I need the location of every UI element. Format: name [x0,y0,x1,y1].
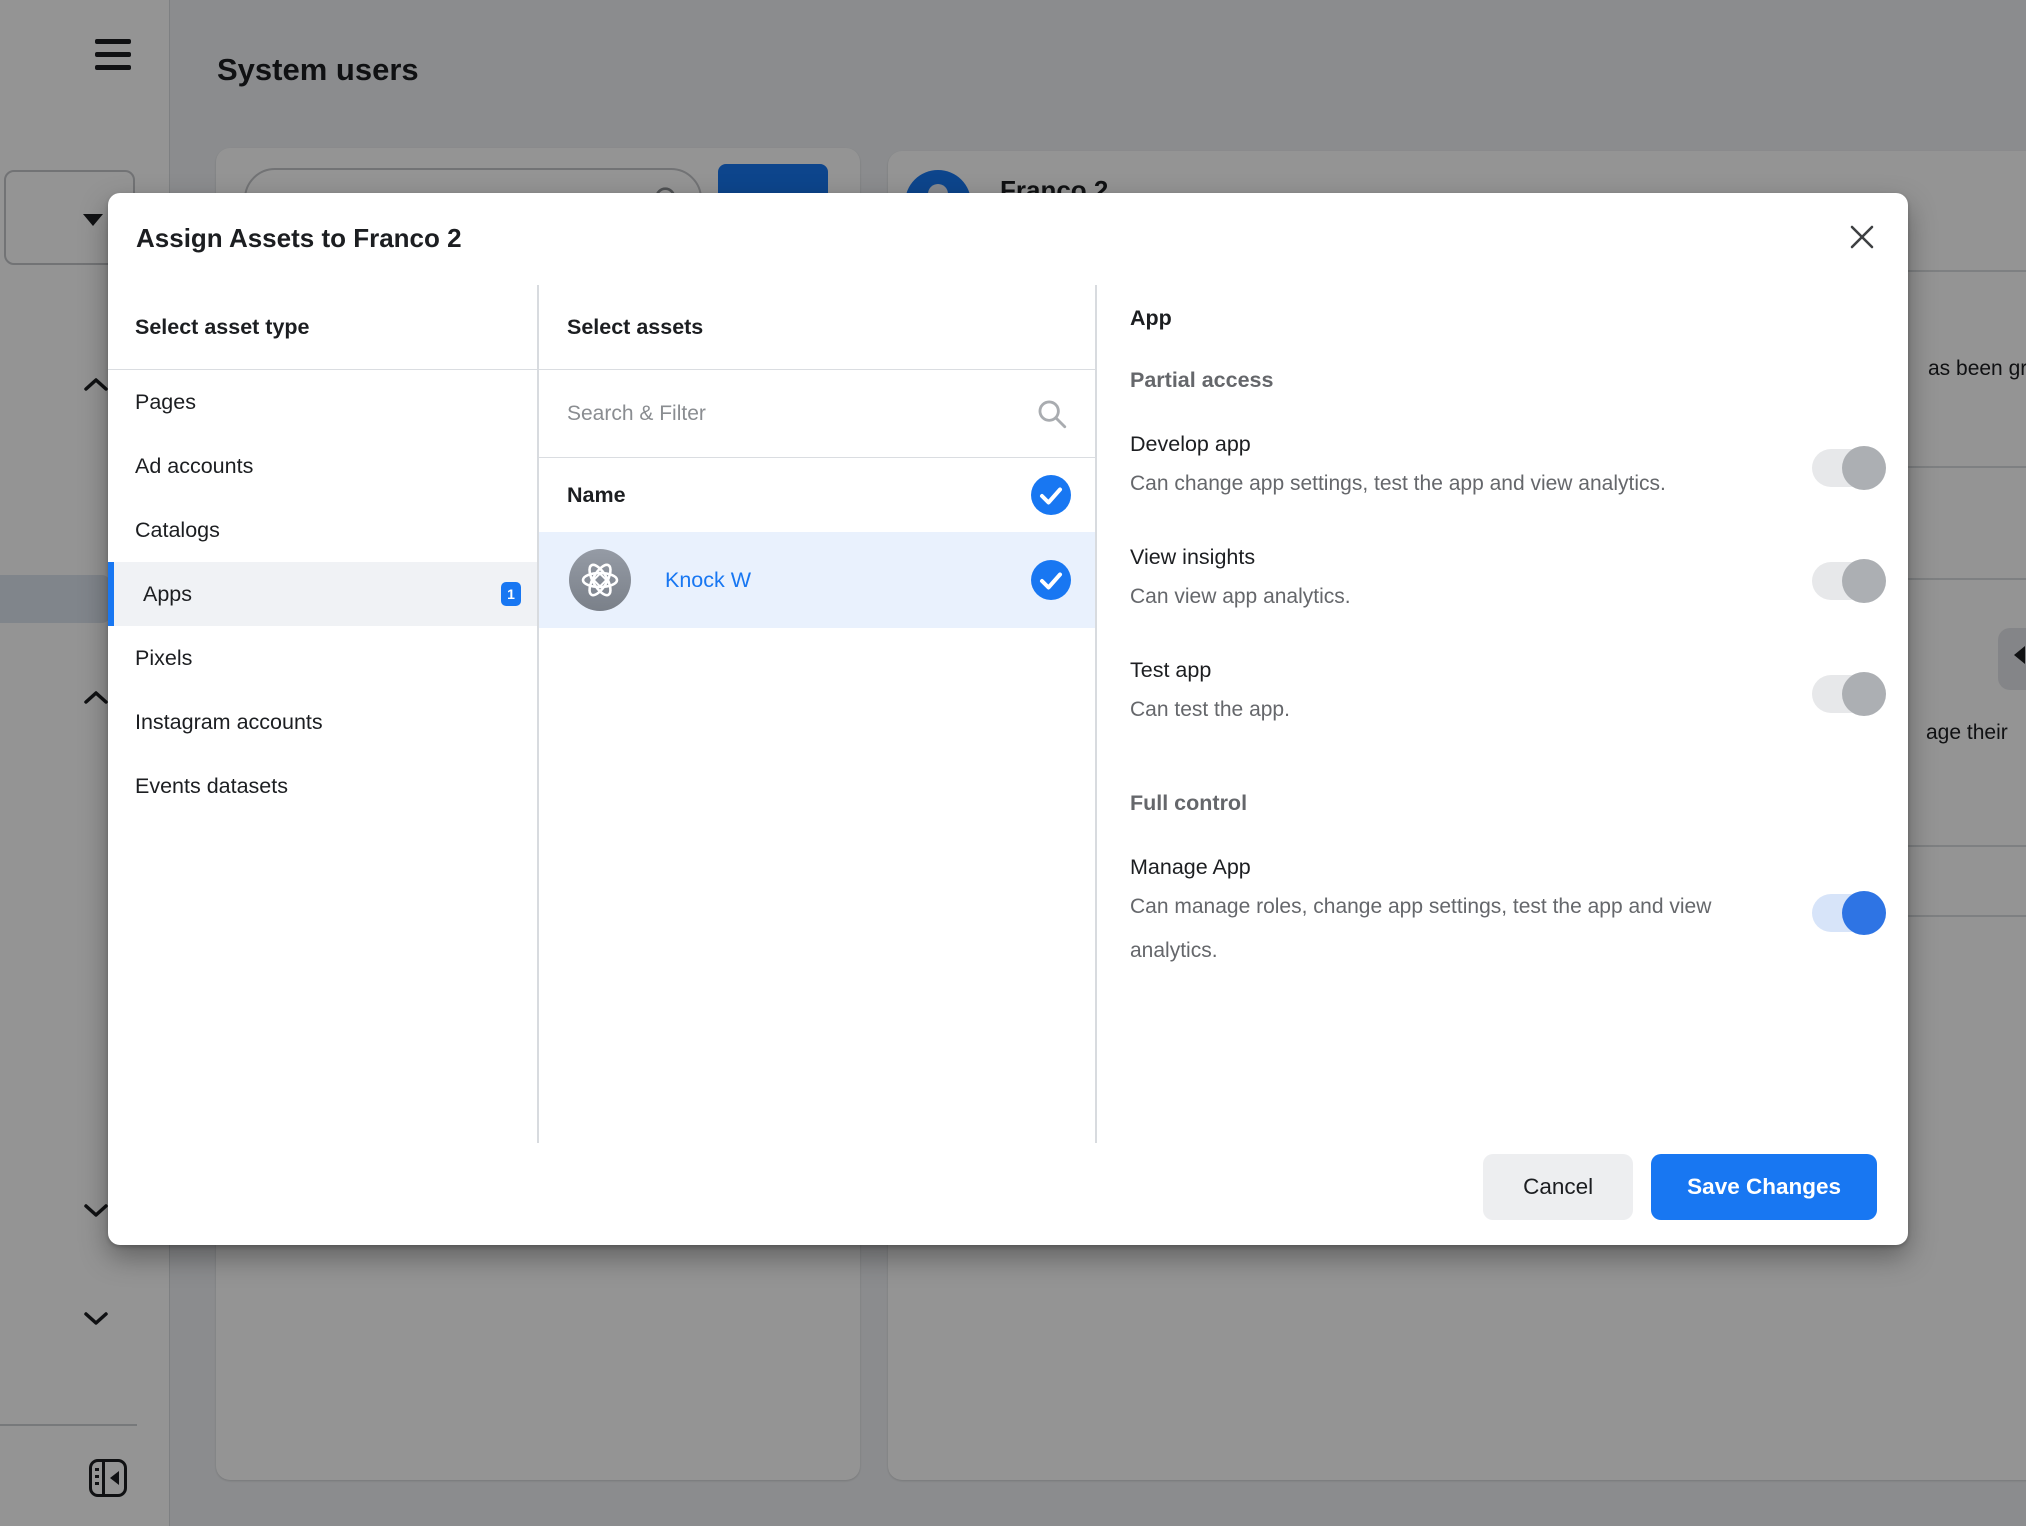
assign-assets-dialog: Assign Assets to Franco 2 Select asset t… [108,193,1908,1245]
asset-type-pages[interactable]: Pages [108,370,537,434]
close-button[interactable] [1840,215,1884,259]
app-avatar [569,549,631,611]
permission-description: Can view app analytics. [1130,575,1734,619]
permission-label: Manage App [1130,852,1734,882]
permission-develop-app: Develop app Can change app settings, tes… [1130,429,1884,506]
select-all-check-icon[interactable] [1031,475,1071,515]
full-control-section-title: Full control [1130,790,1884,816]
name-column-header: Name [567,483,626,508]
assets-column: Select assets Name [537,285,1097,1143]
asset-search-row [539,370,1095,458]
asset-row-knock-w[interactable]: Knock W [539,532,1095,628]
permission-description: Can test the app. [1130,688,1734,732]
manage-app-toggle[interactable] [1812,894,1884,932]
permission-label: Test app [1130,655,1734,685]
asset-type-ad-accounts[interactable]: Ad accounts [108,434,537,498]
permission-label: View insights [1130,542,1734,572]
permission-manage-app: Manage App Can manage roles, change app … [1130,852,1884,973]
permissions-header: App [1130,305,1884,331]
partial-access-section-title: Partial access [1130,367,1884,393]
assets-header: Select assets [539,285,1095,370]
permission-label: Develop app [1130,429,1734,459]
permission-view-insights: View insights Can view app analytics. [1130,542,1884,619]
asset-list-header-row: Name [539,458,1095,532]
asset-type-apps[interactable]: Apps 1 [108,562,537,626]
permission-description: Can change app settings, test the app an… [1130,462,1734,506]
asset-type-pixels[interactable]: Pixels [108,626,537,690]
cancel-button[interactable]: Cancel [1483,1154,1633,1220]
dialog-footer: Cancel Save Changes [1483,1154,1877,1220]
atom-icon [577,557,623,603]
asset-type-header: Select asset type [108,285,537,370]
save-changes-button[interactable]: Save Changes [1651,1154,1877,1220]
asset-search-input[interactable] [567,402,1035,426]
asset-type-events-datasets[interactable]: Events datasets [108,754,537,818]
permission-description: Can manage roles, change app settings, t… [1130,885,1734,973]
asset-type-instagram-accounts[interactable]: Instagram accounts [108,690,537,754]
asset-type-column: Select asset type Pages Ad accounts Cata… [108,285,537,1143]
test-app-toggle[interactable] [1812,675,1884,713]
selected-count-badge: 1 [501,582,521,606]
close-icon [1847,222,1877,252]
search-icon [1035,397,1069,431]
asset-type-catalogs[interactable]: Catalogs [108,498,537,562]
permission-test-app: Test app Can test the app. [1130,655,1884,732]
asset-name: Knock W [665,568,751,593]
asset-check-icon[interactable] [1031,560,1071,600]
dialog-body: Select asset type Pages Ad accounts Cata… [108,285,1908,1143]
develop-app-toggle[interactable] [1812,449,1884,487]
view-insights-toggle[interactable] [1812,562,1884,600]
permissions-column: App Partial access Develop app Can chang… [1097,285,1908,1143]
dialog-title: Assign Assets to Franco 2 [136,223,462,254]
